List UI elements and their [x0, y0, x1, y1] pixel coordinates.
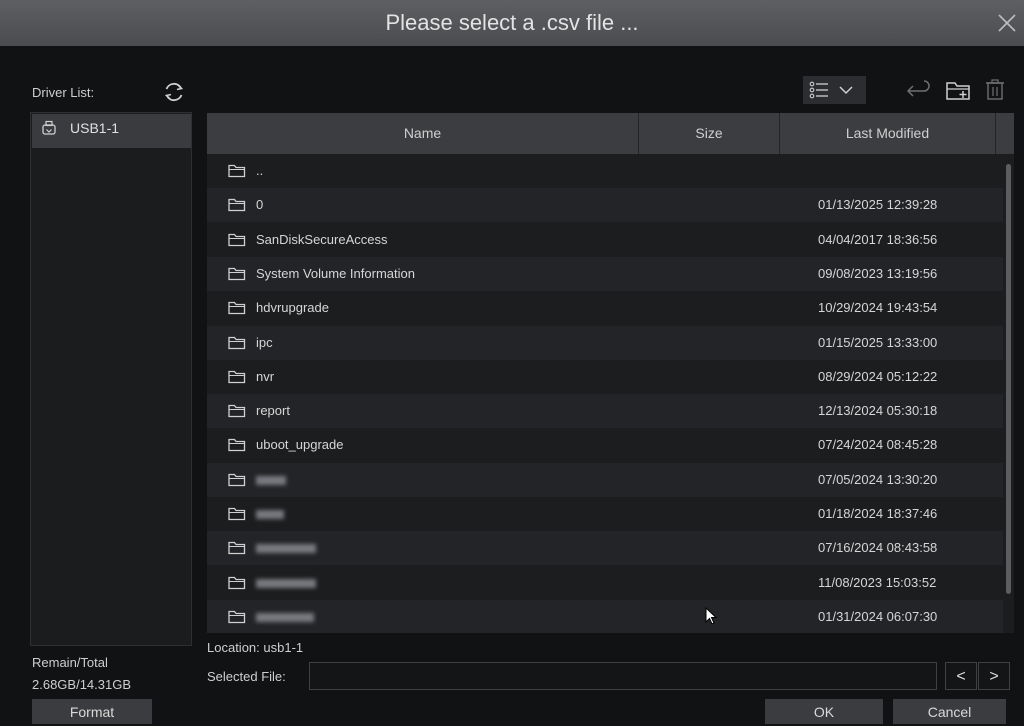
close-icon[interactable]	[994, 10, 1020, 36]
folder-icon	[228, 267, 246, 281]
redacted-file-name	[256, 612, 314, 622]
table-row[interactable]: 07/05/2024 13:30:20	[207, 462, 1003, 497]
file-modified: 01/31/2024 06:07:30	[818, 608, 938, 624]
folder-icon	[228, 370, 246, 383]
trash-icon[interactable]	[984, 79, 1006, 101]
column-header-size[interactable]: Size	[639, 113, 779, 154]
vertical-scrollbar[interactable]	[1003, 154, 1014, 633]
folder-icon	[228, 404, 246, 418]
folder-icon	[228, 473, 246, 486]
file-modified: 01/18/2024 18:37:46	[818, 506, 938, 521]
file-name: ..	[256, 163, 264, 178]
file-name: ipc	[256, 334, 273, 350]
file-name: SanDiskSecureAccess	[256, 231, 388, 247]
table-row[interactable]: System Volume Information 09/08/2023 13:1…	[207, 256, 1003, 291]
file-name: hdvrupgrade	[256, 300, 329, 316]
file-modified: 11/08/2023 15:03:52	[818, 574, 937, 590]
file-modified: 07/16/2024 08:43:58	[818, 540, 938, 556]
file-modified: 07/05/2024 13:30:20	[818, 471, 938, 487]
location-row: Location: usb1-1	[207, 640, 303, 655]
location-value: usb1-1	[263, 640, 304, 655]
table-row[interactable]: 11/08/2023 15:03:52	[207, 566, 1003, 600]
file-name: 0	[256, 197, 264, 213]
file-table: Name Size Last Modified .. 0 01/13/2025 12…	[207, 113, 1014, 633]
selected-file-input[interactable]	[309, 662, 937, 690]
driver-item-label: USB1-1	[70, 120, 120, 136]
file-name: uboot_upgrade	[256, 437, 344, 453]
prev-button[interactable]: <	[945, 662, 977, 690]
folder-icon	[228, 542, 246, 555]
remain-total-value: 2.68GB/14.31GB	[32, 677, 132, 692]
table-row[interactable]: report 12/13/2024 05:30:18	[207, 394, 1003, 429]
file-modified: 07/24/2024 08:45:28	[818, 437, 938, 453]
list-view-icon	[809, 81, 828, 99]
folder-icon	[228, 199, 246, 212]
file-modified: 04/04/2017 18:36:56	[818, 231, 938, 247]
next-button[interactable]: >	[978, 662, 1010, 690]
driver-list-label: Driver List:	[32, 85, 95, 100]
file-name: nvr	[256, 368, 275, 384]
file-modified: 12/13/2024 05:30:18	[818, 403, 938, 419]
redacted-file-name	[256, 475, 286, 485]
table-row[interactable]: 0 01/13/2025 12:39:28	[207, 188, 1003, 223]
cancel-button[interactable]: Cancel	[893, 699, 1006, 724]
table-header: Name Size Last Modified	[207, 113, 1014, 154]
usb-drive-icon	[42, 120, 56, 135]
file-name: System Volume Information	[256, 265, 415, 281]
table-row[interactable]: SanDiskSecureAccess 04/04/2017 18:36:56	[207, 223, 1003, 257]
table-row[interactable]: ipc 01/15/2025 13:33:00	[207, 325, 1003, 360]
location-label: Location:	[207, 640, 260, 655]
table-row[interactable]: ..	[207, 154, 1003, 188]
folder-icon	[228, 439, 246, 452]
table-row[interactable]: uboot_upgrade 07/24/2024 08:45:28	[207, 428, 1003, 462]
back-arrow-icon[interactable]	[906, 80, 932, 102]
file-modified: 01/15/2025 13:33:00	[818, 334, 938, 350]
redacted-file-name	[256, 510, 284, 519]
column-divider	[995, 113, 996, 154]
chevron-down-icon	[839, 86, 853, 95]
new-folder-icon[interactable]	[945, 79, 973, 101]
format-button[interactable]: Format	[32, 699, 152, 724]
mouse-cursor-icon	[705, 607, 718, 625]
refresh-icon[interactable]	[162, 80, 186, 104]
folder-icon	[228, 302, 246, 315]
table-row[interactable]: 01/31/2024 06:07:30	[207, 599, 1003, 633]
redacted-file-name	[256, 578, 316, 588]
scrollbar-thumb[interactable]	[1006, 164, 1011, 594]
ok-button[interactable]: OK	[765, 699, 883, 724]
redacted-file-name	[256, 544, 316, 554]
file-name: report	[256, 403, 290, 419]
folder-icon	[228, 233, 246, 246]
table-row[interactable]: 01/18/2024 18:37:46	[207, 497, 1003, 531]
driver-list-panel: USB1-1	[30, 112, 192, 646]
remain-total-label: Remain/Total	[32, 655, 108, 670]
file-modified: 08/29/2024 05:12:22	[818, 368, 938, 384]
folder-icon	[228, 336, 246, 349]
folder-icon	[228, 576, 246, 589]
selected-file-label: Selected File:	[207, 669, 286, 684]
table-row[interactable]: nvr 08/29/2024 05:12:22	[207, 360, 1003, 394]
column-header-last-modified[interactable]: Last Modified	[780, 113, 995, 154]
column-header-name[interactable]: Name	[207, 113, 638, 154]
table-row[interactable]: 07/16/2024 08:43:58	[207, 531, 1003, 566]
file-modified: 09/08/2023 13:19:56	[818, 265, 938, 281]
folder-icon	[228, 507, 246, 521]
file-modified: 01/13/2025 12:39:28	[818, 197, 938, 213]
dialog-title: Please select a .csv file ...	[385, 10, 639, 35]
view-mode-dropdown[interactable]	[803, 76, 866, 104]
file-modified: 10/29/2024 19:43:54	[818, 300, 938, 316]
folder-icon	[228, 164, 246, 178]
driver-item-usb1-1[interactable]: USB1-1	[32, 114, 191, 148]
table-row[interactable]: hdvrupgrade 10/29/2024 19:43:54	[207, 291, 1003, 325]
folder-icon	[228, 610, 246, 624]
